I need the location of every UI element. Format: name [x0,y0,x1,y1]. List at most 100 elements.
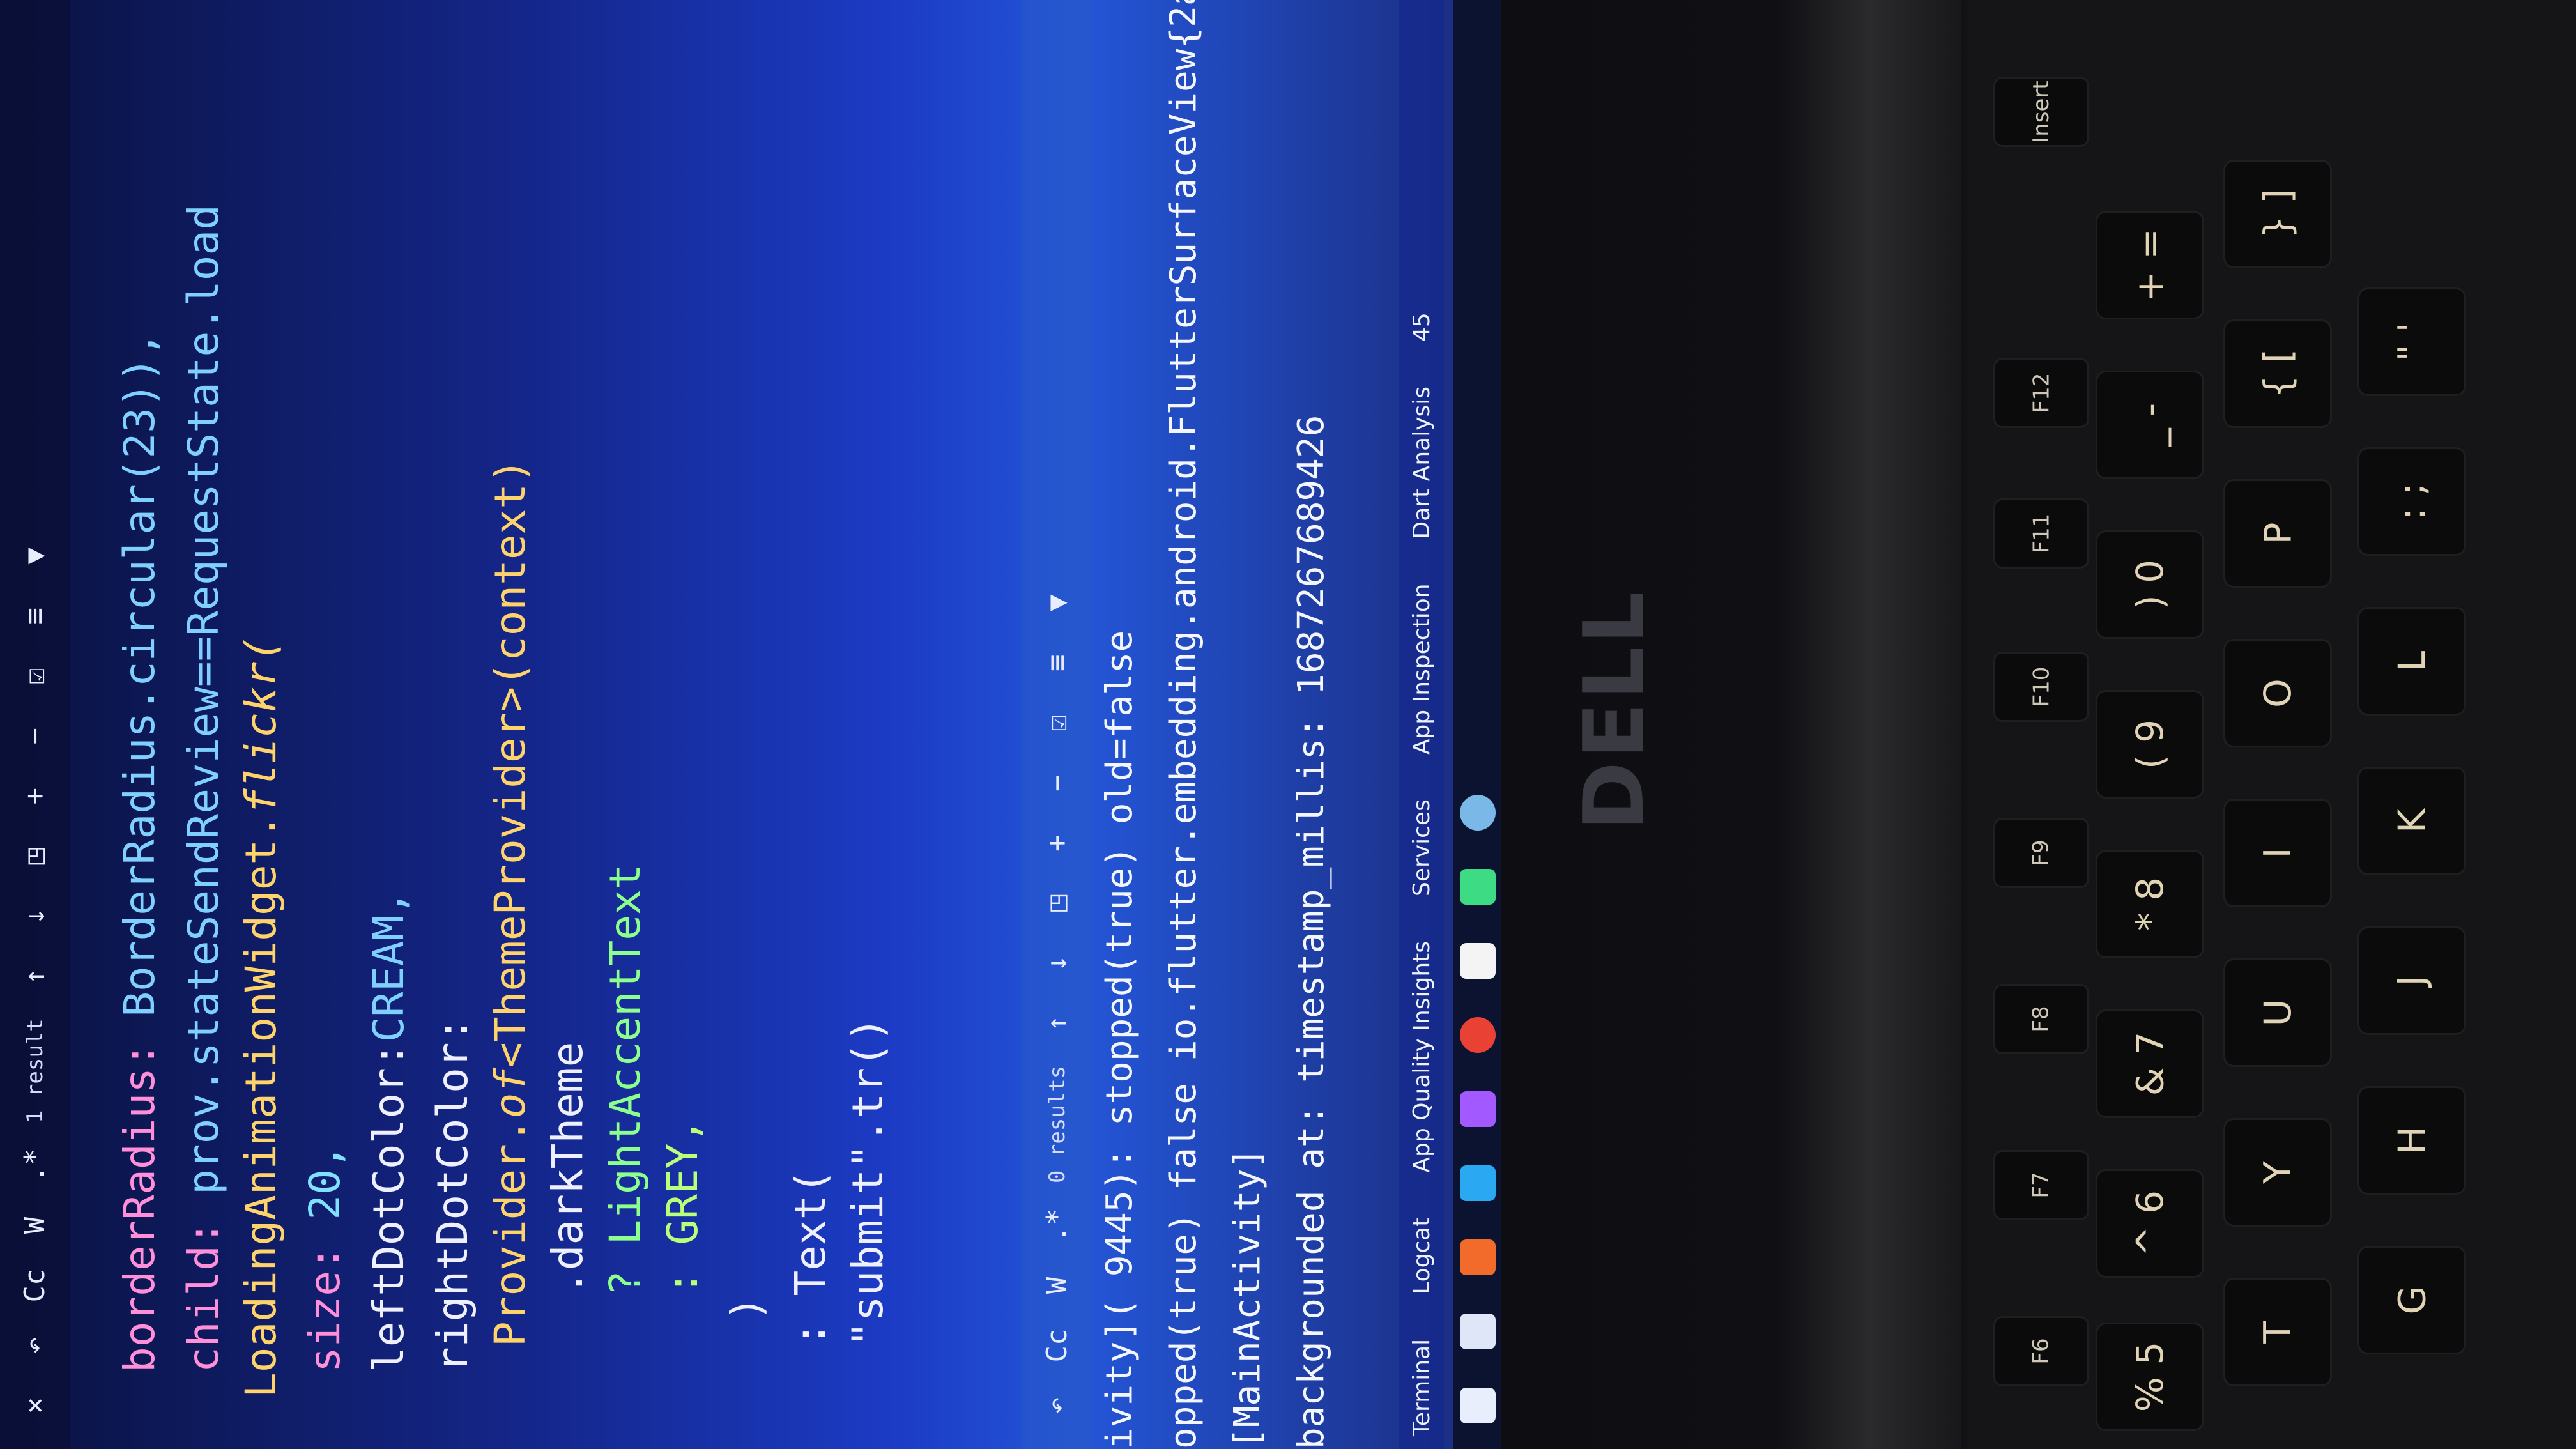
key-semicolon[interactable]: : ; [2358,447,2466,556]
prev-occurrence-icon[interactable]: ↑ [1039,1006,1075,1041]
search-results-count: 0 results [1045,1065,1070,1183]
code-editor[interactable]: borderRadius: BorderRadius.circular(23))… [77,0,1009,1449]
options-icon[interactable]: ≡ [1039,645,1075,681]
tab-app-quality-insights[interactable]: App Quality Insights [1409,941,1435,1173]
ide-tool-window-bar: Terminal Logcat App Quality Insights Ser… [1399,0,1444,1449]
mail-icon[interactable] [1459,1388,1496,1423]
console-line-2: opped(true) false io.flutter.embedding.a… [1163,0,1204,1449]
key-7[interactable]: & 7 [2096,1009,2204,1118]
key-f7[interactable]: F7 [1993,1150,2089,1220]
add-selection-icon[interactable]: + [1039,825,1075,861]
console-line-1: ivity]( 9445): stopped(true) old=false [1099,630,1140,1449]
vscode-icon[interactable] [1459,1165,1496,1201]
close-icon[interactable]: × [17,1388,53,1423]
whole-word-icon[interactable]: W [1039,1268,1075,1303]
code-line-1: borderRadius: BorderRadius.circular(23))… [115,331,164,1372]
select-all-icon[interactable]: ◳ [17,838,53,874]
key-f9[interactable]: F9 [1993,818,2089,888]
filter-icon[interactable]: ▼ [17,538,53,574]
key-bracket-right[interactable]: } ] [2223,160,2332,268]
code-line-7: Provider.of<ThemeProvider>(context) [486,458,535,1347]
key-minus[interactable]: _ - [2096,371,2204,479]
tab-logcat[interactable]: Logcat [1409,1218,1435,1294]
key-insert[interactable]: Insert [1993,77,2089,147]
code-line-11: ) [722,1296,771,1321]
tab-app-inspection[interactable]: App Inspection [1409,583,1435,755]
chrome-icon[interactable] [1459,1017,1496,1053]
key-f11[interactable]: F11 [1993,498,2089,569]
dell-logo: DELL [1565,588,1662,831]
find-toolbar-top: × ↶ Cc W .* 1 result ↑ ↓ ◳ + − ☑ ≡ ▼ [0,0,70,1449]
os-taskbar [1453,0,1501,1449]
whole-word-icon[interactable]: W [17,1208,53,1243]
filter-icon[interactable]: ▼ [1039,585,1075,621]
remove-selection-icon[interactable]: − [17,718,53,754]
logcat-console[interactable]: ivity]( 9445): stopped(true) old=false o… [1099,0,1393,1449]
code-line-6: rightDotColor: [428,1016,477,1372]
key-y[interactable]: Y [2223,1118,2332,1227]
tab-services[interactable]: Services [1409,799,1435,896]
key-g[interactable]: G [2358,1246,2466,1354]
key-6[interactable]: ^ 6 [2096,1169,2204,1278]
code-line-3: LoadingAnimationWidget.flickr( [236,636,286,1398]
find-toolbar-console: ↶ Cc W .* 0 results ↑ ↓ ◳ + − ☑ ≡ ▼ [1022,0,1092,1449]
select-all-icon[interactable]: ◳ [1039,885,1075,921]
key-bracket-left[interactable]: { [ [2223,319,2332,428]
key-k[interactable]: K [2358,767,2466,875]
search-results-count: 1 result [22,1018,48,1123]
keyboard: F6 F7 F8 F9 F10 F11 F12 Insert % 5 ^ 6 &… [1968,0,2576,1449]
key-i[interactable]: I [2223,799,2332,907]
key-5[interactable]: % 5 [2096,1322,2204,1431]
next-occurrence-icon[interactable]: ↓ [17,898,53,934]
code-line-13: "submit".tr() [843,1016,893,1347]
code-line-9: ? LightAccentText [601,864,650,1296]
app-icon[interactable] [1459,795,1496,831]
key-f8[interactable]: F8 [1993,984,2089,1054]
key-t[interactable]: T [2223,1278,2332,1386]
key-j[interactable]: J [2358,926,2466,1035]
tab-dart-analysis[interactable]: Dart Analysis [1409,387,1435,539]
next-occurrence-icon[interactable]: ↓ [1039,946,1075,981]
toggle-selection-icon[interactable]: ☑ [1039,705,1075,741]
code-line-8: .darkTheme [543,1041,592,1296]
key-f12[interactable]: F12 [1993,358,2089,428]
toggle-selection-icon[interactable]: ☑ [17,658,53,694]
key-o[interactable]: O [2223,639,2332,747]
tab-terminal[interactable]: Terminal [1409,1339,1435,1436]
code-line-10: : GREY, [658,1117,707,1296]
options-icon[interactable]: ≡ [17,598,53,634]
code-line-4: size: 20, [300,1144,349,1372]
key-u[interactable]: U [2223,958,2332,1067]
code-line-5: leftDotColor:CREAM, [364,890,413,1372]
match-case-icon[interactable]: Cc [1039,1328,1075,1363]
line-number: 45 [1408,312,1435,342]
key-h[interactable]: H [2358,1086,2466,1195]
add-selection-icon[interactable]: + [17,778,53,814]
console-line-4: backgrounded at: timestamp_millis: 16872… [1291,415,1332,1449]
key-8[interactable]: * 8 [2096,850,2204,958]
figma-icon[interactable] [1459,1091,1496,1127]
code-line-12: : Text( [786,1169,835,1347]
key-f6[interactable]: F6 [1993,1316,2089,1386]
match-case-icon[interactable]: Cc [17,1268,53,1303]
key-l[interactable]: L [2358,607,2466,716]
android-studio-icon[interactable] [1459,869,1496,905]
prev-occurrence-icon[interactable]: ↑ [17,958,53,994]
regex-icon[interactable]: .* [17,1147,53,1183]
key-p[interactable]: P [2223,479,2332,588]
console-line-3: [MainActivity] [1227,1147,1268,1449]
remove-selection-icon[interactable]: − [1039,765,1075,801]
key-equals[interactable]: + = [2096,211,2204,319]
undo-icon[interactable]: ↶ [17,1328,53,1363]
key-9[interactable]: ( 9 [2096,690,2204,799]
notion-icon[interactable] [1459,943,1496,979]
file-explorer-icon[interactable] [1459,1314,1496,1349]
undo-icon[interactable]: ↶ [1039,1388,1075,1423]
code-line-2: child: prov.stateSendReview==RequestStat… [179,204,228,1372]
key-f10[interactable]: F10 [1993,652,2089,722]
laptop-screen: × ↶ Cc W .* 1 result ↑ ↓ ◳ + − ☑ ≡ ▼ bor… [0,0,1501,1449]
key-quote[interactable]: " ' [2358,288,2466,396]
regex-icon[interactable]: .* [1039,1208,1075,1243]
office-icon[interactable] [1459,1239,1496,1275]
key-0[interactable]: ) 0 [2096,530,2204,639]
